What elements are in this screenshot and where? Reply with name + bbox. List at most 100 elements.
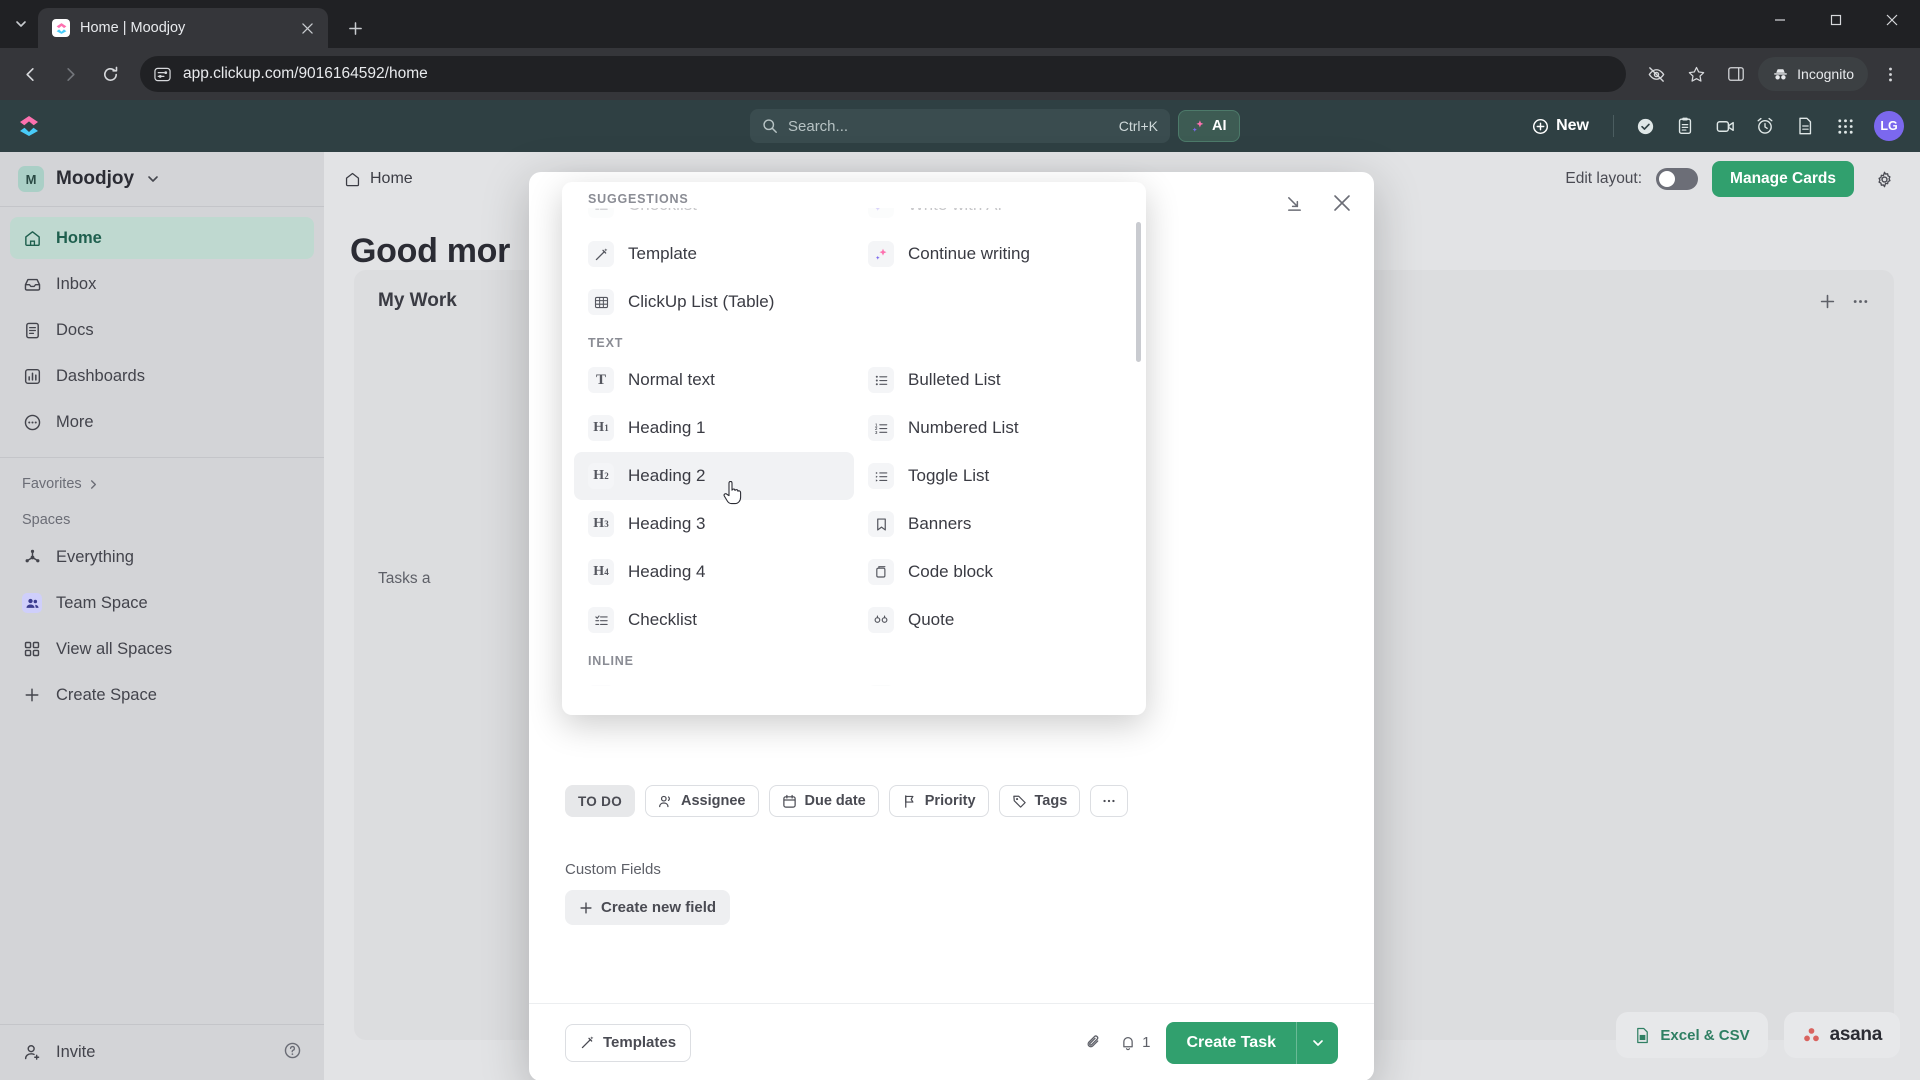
new-button[interactable]: New bbox=[1522, 112, 1599, 140]
site-settings-icon[interactable] bbox=[154, 66, 171, 83]
avatar[interactable]: LG bbox=[1874, 111, 1904, 141]
alarm-clock-icon[interactable] bbox=[1748, 109, 1782, 143]
back-arrow-icon[interactable] bbox=[12, 56, 48, 92]
templates-button[interactable]: Templates bbox=[565, 1023, 692, 1062]
sidebar-item-create-space[interactable]: Create Space bbox=[10, 674, 314, 716]
window-close-button[interactable] bbox=[1864, 0, 1920, 40]
dropdown-item-checklist-partial[interactable]: Checklist bbox=[574, 208, 854, 228]
person-add-icon bbox=[22, 1043, 42, 1063]
sidebar-item-view-all-spaces[interactable]: View all Spaces bbox=[10, 628, 314, 670]
dropdown-item-normal-text[interactable]: T Normal text bbox=[574, 356, 854, 404]
dropdown-item-heading-4[interactable]: H4 Heading 4 bbox=[574, 548, 854, 596]
edit-layout-toggle[interactable] bbox=[1656, 168, 1699, 190]
dropdown-item-label: Checklist bbox=[628, 208, 697, 215]
notification-indicator[interactable]: 1 bbox=[1119, 1034, 1150, 1052]
workspace-badge: M bbox=[18, 166, 44, 192]
dropdown-item-heading-1[interactable]: H1 Heading 1 bbox=[574, 404, 854, 452]
video-camera-icon[interactable] bbox=[1708, 109, 1742, 143]
dropdown-item-mention-2-partial[interactable]: Mention bbox=[854, 674, 1134, 686]
search-shortcut: Ctrl+K bbox=[1118, 118, 1158, 134]
sidebar-item-dashboards[interactable]: Dashboards bbox=[10, 355, 314, 397]
assignee-chip[interactable]: Assignee bbox=[645, 785, 759, 817]
wand-icon bbox=[580, 1035, 595, 1050]
new-tab-button[interactable] bbox=[338, 11, 372, 45]
document-icon[interactable] bbox=[1788, 109, 1822, 143]
code-block-icon bbox=[868, 559, 894, 585]
forward-arrow-icon[interactable] bbox=[52, 56, 88, 92]
favorites-section-header[interactable]: Favorites bbox=[0, 462, 324, 498]
help-circle-icon[interactable] bbox=[283, 1041, 302, 1065]
search-icon bbox=[762, 118, 778, 134]
ai-button[interactable]: AI bbox=[1178, 110, 1240, 142]
dropdown-text-grid: T Normal text Bulleted List H1 Heading 1… bbox=[562, 356, 1146, 644]
dropdown-item-heading-2[interactable]: H2 Heading 2 bbox=[574, 452, 854, 500]
reload-icon[interactable] bbox=[92, 56, 128, 92]
dropdown-item-quote[interactable]: Quote bbox=[854, 596, 1134, 644]
sidebar-item-team-space[interactable]: Team Space bbox=[10, 582, 314, 624]
tags-chip[interactable]: Tags bbox=[998, 785, 1081, 817]
side-panel-icon[interactable] bbox=[1718, 56, 1754, 92]
dropdown-item-mention-partial[interactable]: Mention bbox=[574, 674, 854, 686]
dropdown-item-code-block[interactable]: Code block bbox=[854, 548, 1134, 596]
more-options-chip[interactable] bbox=[1090, 785, 1129, 817]
incognito-indicator[interactable]: Incognito bbox=[1758, 57, 1868, 91]
paperclip-icon[interactable] bbox=[1084, 1033, 1103, 1052]
gear-icon[interactable] bbox=[1868, 163, 1900, 195]
plus-icon[interactable] bbox=[1818, 292, 1837, 311]
breadcrumb[interactable]: Home bbox=[344, 170, 413, 188]
create-new-field-button[interactable]: Create new field bbox=[565, 890, 731, 925]
chevron-down-icon[interactable] bbox=[1296, 1021, 1338, 1064]
manage-cards-button[interactable]: Manage Cards bbox=[1712, 161, 1854, 197]
sidebar-item-docs[interactable]: Docs bbox=[10, 309, 314, 351]
collapse-down-right-icon[interactable] bbox=[1280, 189, 1308, 217]
apps-grid-icon[interactable] bbox=[1828, 109, 1862, 143]
card-title: My Work bbox=[378, 290, 457, 311]
clipboard-icon[interactable] bbox=[1668, 109, 1702, 143]
table-icon bbox=[588, 289, 614, 315]
tab-close-icon[interactable] bbox=[296, 17, 318, 39]
sidebar-item-label: Home bbox=[56, 228, 102, 247]
dropdown-item-checklist[interactable]: Checklist bbox=[574, 596, 854, 644]
priority-chip[interactable]: Priority bbox=[888, 785, 989, 817]
excel-csv-badge[interactable]: Excel & CSV bbox=[1616, 1012, 1768, 1058]
create-task-button[interactable]: Create Task bbox=[1166, 1021, 1338, 1064]
sidebar-item-home[interactable]: Home bbox=[10, 217, 314, 259]
dropdown-section-inline: INLINE bbox=[588, 654, 634, 668]
dropdown-item-numbered-list[interactable]: 123 Numbered List bbox=[854, 404, 1134, 452]
dropdown-item-clickup-list-table[interactable]: ClickUp List (Table) bbox=[574, 278, 854, 326]
kebab-menu-icon[interactable] bbox=[1872, 56, 1908, 92]
sidebar-item-more[interactable]: More bbox=[10, 401, 314, 443]
eye-off-icon[interactable] bbox=[1638, 56, 1674, 92]
dropdown-item-banners[interactable]: Banners bbox=[854, 500, 1134, 548]
tasks-check-icon[interactable] bbox=[1628, 109, 1662, 143]
tag-icon bbox=[1012, 794, 1027, 809]
tab-search-icon[interactable] bbox=[4, 0, 38, 48]
dropdown-item-bulleted-list[interactable]: Bulleted List bbox=[854, 356, 1134, 404]
search-input[interactable]: Search... Ctrl+K bbox=[750, 109, 1170, 143]
quote-icon bbox=[868, 607, 894, 633]
dropdown-item-continue-writing[interactable]: Continue writing bbox=[854, 230, 1134, 278]
dropdown-item-heading-3[interactable]: H3 Heading 3 bbox=[574, 500, 854, 548]
address-bar[interactable]: app.clickup.com/9016164592/home bbox=[140, 56, 1627, 92]
window-maximize-button[interactable] bbox=[1808, 0, 1864, 40]
dropdown-item-toggle-list[interactable]: Toggle List bbox=[854, 452, 1134, 500]
window-minimize-button[interactable] bbox=[1752, 0, 1808, 40]
close-icon[interactable] bbox=[1328, 189, 1356, 217]
status-chip[interactable]: TO DO bbox=[565, 785, 636, 817]
create-new-field-label: Create new field bbox=[601, 899, 717, 916]
asana-badge[interactable]: asana bbox=[1783, 1012, 1900, 1058]
workspace-selector[interactable]: M Moodjoy bbox=[0, 152, 324, 206]
dropdown-item-template[interactable]: Template bbox=[574, 230, 854, 278]
sidebar-item-label: Team Space bbox=[56, 593, 148, 612]
clickup-logo-icon[interactable] bbox=[16, 113, 42, 139]
due-date-chip[interactable]: Due date bbox=[768, 785, 879, 817]
sidebar-item-everything[interactable]: Everything bbox=[10, 536, 314, 578]
invite-label[interactable]: Invite bbox=[56, 1043, 95, 1062]
dropdown-scrollbar[interactable] bbox=[1136, 222, 1141, 362]
sidebar-item-inbox[interactable]: Inbox bbox=[10, 263, 314, 305]
breadcrumb-label: Home bbox=[370, 170, 413, 187]
ellipsis-icon[interactable] bbox=[1851, 292, 1870, 311]
dropdown-item-write-with-ai-partial[interactable]: Write with AI bbox=[854, 208, 1134, 228]
browser-tab[interactable]: Home | Moodjoy bbox=[38, 8, 328, 48]
star-icon[interactable] bbox=[1678, 56, 1714, 92]
